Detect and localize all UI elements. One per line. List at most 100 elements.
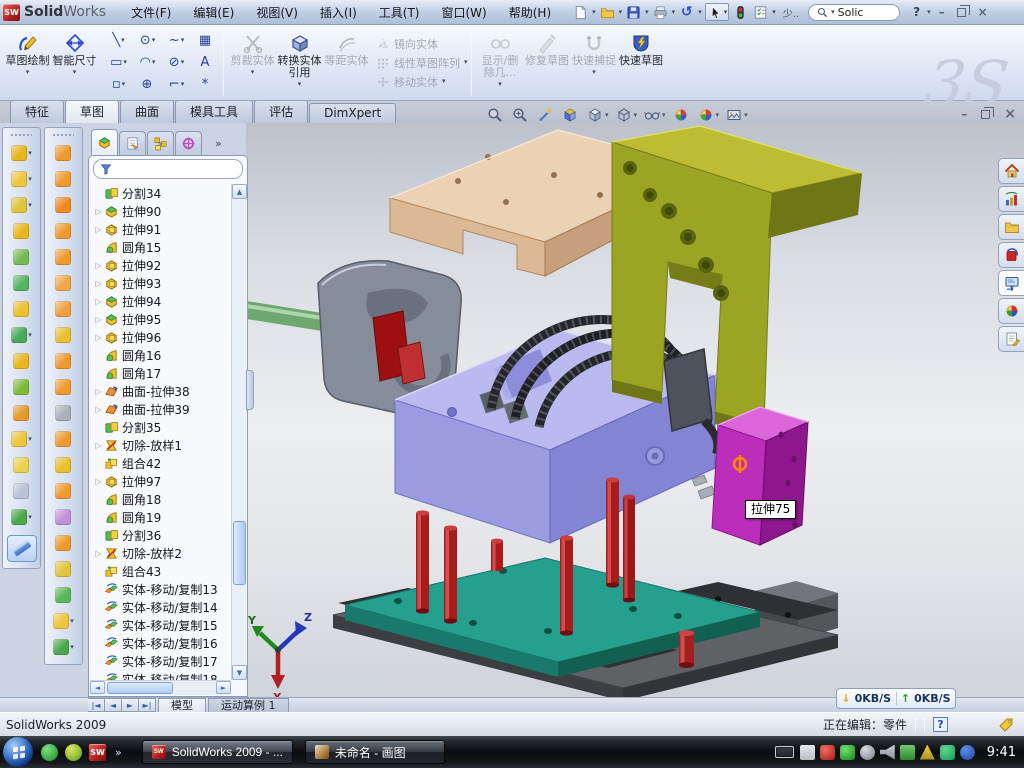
feature-tree-item[interactable]: 组合42 <box>93 454 231 472</box>
keyboard-tray-icon[interactable] <box>800 745 815 760</box>
feature-tree-item[interactable]: 组合43 <box>93 562 231 580</box>
commandmanager-tab[interactable]: 草图 <box>65 100 119 123</box>
toolbar-button[interactable]: ▾ <box>3 166 40 192</box>
ribbon-big-button[interactable]: 智能尺寸 ▾ <box>51 28 98 97</box>
media-quicklaunch-icon[interactable] <box>65 744 82 761</box>
volume-tray-icon[interactable] <box>880 745 895 760</box>
doc-close-button[interactable]: × <box>1004 107 1016 121</box>
zoom-area-icon[interactable] <box>512 107 530 123</box>
sketch-entity-button[interactable]: ◠ ▾ <box>133 52 162 74</box>
hide-show-items-icon[interactable]: ▾ <box>644 107 666 123</box>
toolbar-button[interactable]: ▾ <box>3 426 40 452</box>
sketch-entity-button[interactable]: * <box>191 74 220 96</box>
sketch-entity-button[interactable]: ~ ▾ <box>162 30 191 52</box>
sketch-entity-button[interactable]: ▭ ▾ <box>104 52 133 74</box>
ribbon-big-button[interactable]: 快速草图 <box>618 28 665 97</box>
toolbar-button[interactable] <box>3 478 40 504</box>
ribbon-stack-button[interactable]: 移动实体 ▾ <box>376 74 468 90</box>
toolbar-button[interactable] <box>3 374 40 400</box>
sketch-entity-button[interactable]: A <box>191 52 220 74</box>
toolbar-button[interactable]: ▾ <box>3 322 40 348</box>
sketch-entity-button[interactable]: ⊘ ▾ <box>162 52 191 74</box>
expand-arrow-icon[interactable]: ▷ <box>93 279 104 288</box>
configurationmanager-tab[interactable] <box>147 131 174 155</box>
menu-item[interactable]: 窗口(W) <box>431 1 498 24</box>
view-settings-icon[interactable]: ▾ <box>726 107 748 123</box>
quicklaunch-more-button[interactable]: » <box>115 746 122 759</box>
messenger-quicklaunch-icon[interactable] <box>41 744 58 761</box>
expand-arrow-icon[interactable]: ▷ <box>93 261 104 270</box>
ribbon-big-button[interactable]: 快速捕捉 ▾ <box>571 28 618 97</box>
taskbar-clock[interactable]: 9:41 <box>987 745 1016 760</box>
toolbar-button[interactable] <box>45 140 82 166</box>
select-tool[interactable]: ▾ <box>705 3 730 21</box>
menu-item[interactable]: 文件(F) <box>120 1 182 24</box>
edit-appearance-icon[interactable] <box>673 107 691 123</box>
toolbar-button[interactable] <box>3 452 40 478</box>
ribbon-big-button[interactable]: 显示/删除几... ▾ <box>477 28 524 97</box>
sketch-entity-button[interactable]: ⊙ ▾ <box>133 30 162 52</box>
feature-tree-item[interactable]: 实体-移动/复制15 <box>93 616 231 634</box>
tab-scroll-button[interactable]: ►| <box>139 698 156 712</box>
toolbar-button[interactable] <box>45 348 82 374</box>
display-style-icon[interactable]: ▾ <box>616 107 638 123</box>
toolbar-button[interactable] <box>3 244 40 270</box>
options-icon[interactable] <box>752 4 769 20</box>
ribbon-big-button[interactable]: 修复草图 <box>524 28 571 97</box>
expand-arrow-icon[interactable]: ▷ <box>93 477 104 486</box>
toolbar-button[interactable] <box>45 296 82 322</box>
ribbon-stack-button[interactable]: 线性草图阵列 ▾ <box>376 55 468 71</box>
sketch-entity-button[interactable]: ⊕ <box>133 74 162 96</box>
ribbon-big-button[interactable]: 剪裁实体 ▾ <box>229 28 276 97</box>
toolbar-button[interactable] <box>45 478 82 504</box>
tab-scroll-button[interactable]: ► <box>122 698 139 712</box>
menu-item[interactable]: 视图(V) <box>245 1 309 24</box>
feature-tree-item[interactable]: 圆角19 <box>93 508 231 526</box>
feature-tree-item[interactable]: ▷ 曲面-拉伸38 <box>93 382 231 400</box>
panel-splitter[interactable] <box>246 370 254 410</box>
feature-tree-item[interactable]: ▷ 切除-放样2 <box>93 544 231 562</box>
expand-arrow-icon[interactable]: ▷ <box>93 549 104 558</box>
toolbar-button[interactable] <box>45 166 82 192</box>
scroll-down-button[interactable]: ▼ <box>232 665 247 680</box>
scroll-thumb[interactable] <box>233 521 246 585</box>
commandmanager-tab[interactable]: DimXpert <box>309 103 396 123</box>
antivirus-tray-icon[interactable] <box>820 745 835 760</box>
custom-properties-tab[interactable] <box>998 326 1024 352</box>
feature-tree-item[interactable]: ▷ 拉伸93 <box>93 274 231 292</box>
taskbar-window-solidworks[interactable]: SW SolidWorks 2009 - ... <box>142 740 293 764</box>
toolbar-button[interactable] <box>45 426 82 452</box>
usb-tray-icon[interactable] <box>900 745 915 760</box>
propertymanager-tab[interactable] <box>119 131 146 155</box>
measure-button[interactable] <box>7 535 37 562</box>
view-orientation-icon[interactable]: ▾ <box>587 107 609 123</box>
document-tab[interactable]: 模型 <box>158 698 206 712</box>
feature-tree-item[interactable]: 分割34 <box>93 184 231 202</box>
commandmanager-tab[interactable]: 曲面 <box>120 100 174 123</box>
toolbar-button[interactable] <box>3 400 40 426</box>
toolbar-grip[interactable] <box>11 131 32 138</box>
ribbon-big-button[interactable]: 草图绘制 ▾ <box>4 28 51 97</box>
expand-arrow-icon[interactable]: ▷ <box>93 207 104 216</box>
toolbar-button[interactable]: ▾ <box>45 634 82 660</box>
ribbon-stack-button[interactable]: 镜向实体 <box>376 36 468 52</box>
save-icon[interactable] <box>625 4 642 20</box>
feature-tree-item[interactable]: 实体-移动/复制16 <box>93 634 231 652</box>
toolbar-button[interactable] <box>3 296 40 322</box>
scroll-left-button[interactable]: ◄ <box>90 681 105 694</box>
view-palette-tab[interactable] <box>998 270 1024 296</box>
sketch-entity-button[interactable]: ▦ <box>191 30 220 52</box>
toolbar-button[interactable] <box>45 270 82 296</box>
toolbar-button[interactable] <box>3 270 40 296</box>
toolbar-button[interactable] <box>45 400 82 426</box>
document-tab[interactable]: 运动算例 1 <box>208 698 289 712</box>
print-icon[interactable] <box>652 4 669 20</box>
language-bar-icon[interactable] <box>775 746 794 758</box>
feature-tree-item[interactable]: 分割36 <box>93 526 231 544</box>
feature-tree-item[interactable]: 实体-移动/复制17 <box>93 652 231 670</box>
undo-icon[interactable]: ↺ <box>678 4 695 20</box>
expand-arrow-icon[interactable]: ▷ <box>93 315 104 324</box>
apply-scene-icon[interactable]: ▾ <box>698 107 720 123</box>
zoom-fit-icon[interactable] <box>487 107 505 123</box>
security-shield-tray-icon[interactable] <box>840 745 855 760</box>
